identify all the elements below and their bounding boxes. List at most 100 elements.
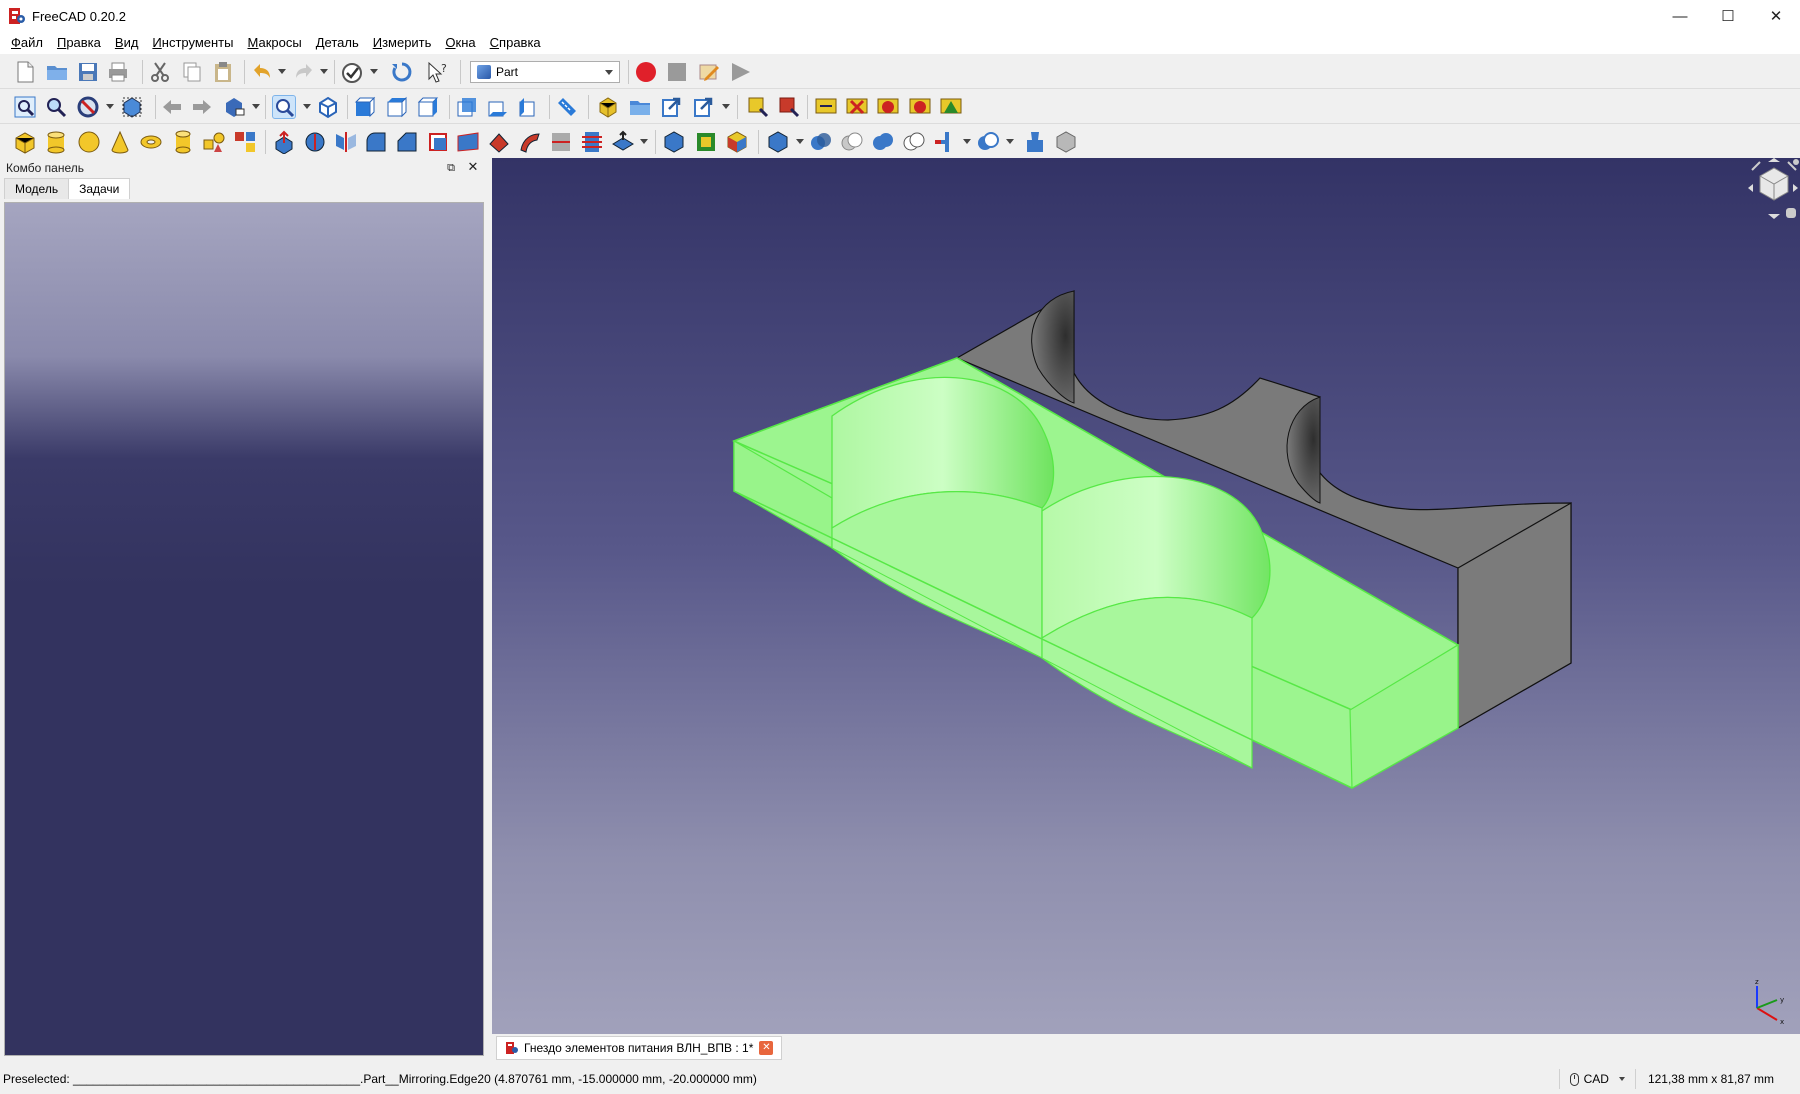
back-icon[interactable] <box>160 95 184 119</box>
cylinder-icon[interactable] <box>44 130 68 154</box>
cone-icon[interactable] <box>108 130 132 154</box>
3d-model[interactable] <box>492 158 1800 1034</box>
workbench-icon[interactable] <box>340 60 364 84</box>
fillet-icon[interactable] <box>364 130 388 154</box>
print-icon[interactable] <box>106 60 130 84</box>
section-icon[interactable] <box>549 130 573 154</box>
link-make-icon[interactable] <box>660 95 684 119</box>
top-view-icon[interactable] <box>385 95 409 119</box>
menu-tools[interactable]: Инструменты <box>145 32 240 54</box>
edit-macro-icon[interactable] <box>697 60 721 84</box>
fit-all-icon[interactable] <box>13 95 37 119</box>
navigation-style-selector[interactable]: CAD <box>1558 1069 1635 1089</box>
link-icon[interactable] <box>222 95 246 119</box>
split-icon[interactable] <box>976 130 1000 154</box>
close-document-icon[interactable]: ✕ <box>759 1041 774 1055</box>
revolve-icon[interactable] <box>303 130 327 154</box>
float-panel-icon[interactable]: ⧉ <box>444 161 458 175</box>
forward-icon[interactable] <box>190 95 214 119</box>
whats-this-icon[interactable]: ? <box>425 60 449 84</box>
measure-angular-icon[interactable] <box>777 95 801 119</box>
front-view-icon[interactable] <box>353 95 377 119</box>
undo-icon[interactable] <box>250 60 274 84</box>
link-actions-icon[interactable] <box>692 95 716 119</box>
menu-help[interactable]: Справка <box>483 32 548 54</box>
loft-icon[interactable] <box>487 130 511 154</box>
right-view-icon[interactable] <box>416 95 440 119</box>
open-file-icon[interactable] <box>45 60 69 84</box>
check-geometry-icon[interactable] <box>1023 130 1047 154</box>
primitives-icon[interactable] <box>202 130 226 154</box>
menu-file[interactable]: Файл <box>4 32 50 54</box>
close-panel-icon[interactable]: ✕ <box>466 160 480 174</box>
measure-clear-icon[interactable] <box>845 95 869 119</box>
mirror-icon[interactable] <box>334 130 358 154</box>
make-face-icon[interactable] <box>426 130 450 154</box>
left-view-icon[interactable] <box>517 95 541 119</box>
redo-icon[interactable] <box>292 60 316 84</box>
measure-icon[interactable] <box>555 95 579 119</box>
menu-windows[interactable]: Окна <box>438 32 482 54</box>
save-icon[interactable] <box>76 60 100 84</box>
compound-icon[interactable] <box>766 130 790 154</box>
defeaturing-icon[interactable] <box>1054 130 1078 154</box>
draw-style-icon[interactable] <box>76 95 100 119</box>
rear-view-icon[interactable] <box>455 95 479 119</box>
offset-icon[interactable] <box>611 130 635 154</box>
document-tab[interactable]: Гнездо элементов питания ВЛН_ВПВ : 1* ✕ <box>496 1036 783 1060</box>
3d-viewport[interactable]: z y x <box>492 158 1800 1034</box>
measure-toggle-delta-icon[interactable] <box>939 95 963 119</box>
sphere-icon[interactable] <box>77 130 101 154</box>
close-icon[interactable]: ✕ <box>1752 0 1800 32</box>
refresh-icon[interactable] <box>390 60 414 84</box>
bottom-view-icon[interactable] <box>486 95 510 119</box>
run-macro-icon[interactable] <box>728 60 752 84</box>
extrude-icon[interactable] <box>272 130 296 154</box>
cut-icon[interactable] <box>148 60 172 84</box>
torus-icon[interactable] <box>139 130 163 154</box>
paste-icon[interactable] <box>211 60 235 84</box>
menu-macro[interactable]: Макросы <box>240 32 308 54</box>
copy-icon[interactable] <box>180 60 204 84</box>
menu-edit[interactable]: Правка <box>50 32 108 54</box>
minimize-icon[interactable]: — <box>1656 0 1704 32</box>
isometric-view-icon[interactable] <box>316 95 340 119</box>
part-icon[interactable] <box>596 95 620 119</box>
bounding-box-icon[interactable] <box>120 95 144 119</box>
chamfer-icon[interactable] <box>395 130 419 154</box>
fuse-icon[interactable] <box>871 130 895 154</box>
measure-toggle-all-icon[interactable] <box>876 95 900 119</box>
shape-builder-icon[interactable] <box>233 130 257 154</box>
fit-selection-icon[interactable] <box>44 95 68 119</box>
projection-icon[interactable] <box>694 130 718 154</box>
tube-icon[interactable] <box>171 130 195 154</box>
join-icon[interactable] <box>933 130 957 154</box>
cross-sections-icon[interactable] <box>580 130 604 154</box>
common-icon[interactable] <box>902 130 926 154</box>
record-macro-icon[interactable] <box>634 60 658 84</box>
tab-tasks[interactable]: Задачи <box>68 178 131 199</box>
sweep-icon[interactable] <box>518 130 542 154</box>
measure-refresh-icon[interactable] <box>814 95 838 119</box>
ruled-surface-icon[interactable] <box>456 130 480 154</box>
workbench-selector[interactable]: Part <box>470 61 620 83</box>
boolean-icon[interactable] <box>809 130 833 154</box>
maximize-icon[interactable]: ☐ <box>1704 0 1752 32</box>
thickness-icon[interactable] <box>662 130 686 154</box>
menu-view[interactable]: Вид <box>108 32 146 54</box>
model-body-highlighted[interactable] <box>731 357 1460 790</box>
measure-toggle-3d-icon[interactable] <box>908 95 932 119</box>
attachment-icon[interactable] <box>725 130 749 154</box>
stop-macro-icon[interactable] <box>665 60 689 84</box>
zoom-icon[interactable] <box>272 95 296 119</box>
tasks-panel[interactable] <box>4 202 484 1056</box>
new-file-icon[interactable] <box>13 60 37 84</box>
box-icon[interactable] <box>13 130 37 154</box>
tab-model[interactable]: Модель <box>4 178 70 199</box>
measure-linear-icon[interactable] <box>746 95 770 119</box>
group-icon[interactable] <box>628 95 652 119</box>
navigation-cube-icon[interactable] <box>1746 158 1800 238</box>
menu-measure[interactable]: Измерить <box>366 32 439 54</box>
menu-part[interactable]: Деталь <box>309 32 366 54</box>
cut-boolean-icon[interactable] <box>840 130 864 154</box>
